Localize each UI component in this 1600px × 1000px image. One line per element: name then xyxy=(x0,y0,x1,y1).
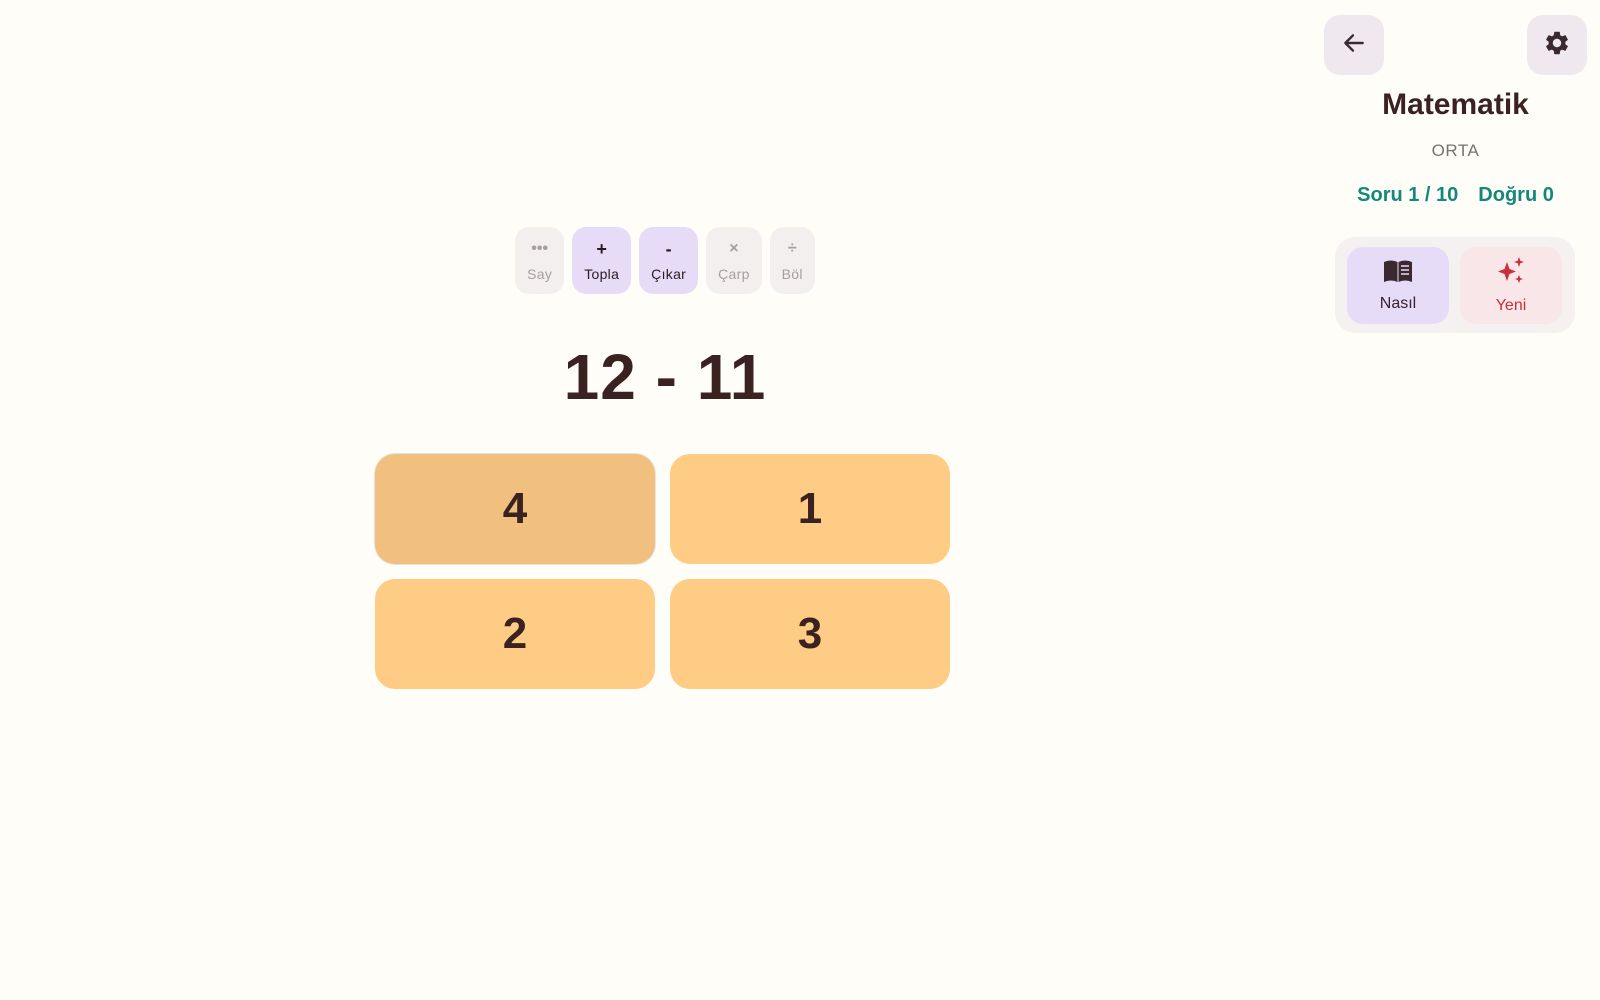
question-progress: Soru 1 / 10 xyxy=(1357,184,1459,206)
gear-icon xyxy=(1543,29,1571,62)
multiply-icon: × xyxy=(729,239,739,257)
correct-count: Doğru 0 xyxy=(1478,184,1554,206)
mode-count-chip[interactable]: ••• Say xyxy=(515,227,565,294)
answer-option[interactable]: 2 xyxy=(375,579,655,689)
answer-option[interactable]: 4 xyxy=(375,454,655,564)
answer-option[interactable]: 1 xyxy=(670,454,950,564)
minus-icon: - xyxy=(665,238,672,259)
mode-count-label: Say xyxy=(527,265,553,282)
mode-add-chip[interactable]: + Topla xyxy=(572,227,632,294)
action-panel: Nasıl Yeni xyxy=(1335,237,1575,333)
arrow-left-icon xyxy=(1341,30,1367,61)
new-question-label: Yeni xyxy=(1495,297,1527,314)
math-game-screen: ••• Say + Topla - Çıkar × Çarp ÷ Böl 12 … xyxy=(0,0,1600,1000)
mode-multiply-label: Çarp xyxy=(718,265,750,282)
how-to-label: Nasıl xyxy=(1379,295,1417,312)
mode-multiply-chip[interactable]: × Çarp xyxy=(706,227,762,294)
operation-mode-bar: ••• Say + Topla - Çıkar × Çarp ÷ Böl xyxy=(0,227,1330,294)
question-text: 12 - 11 xyxy=(563,341,767,413)
divide-icon: ÷ xyxy=(787,239,797,257)
settings-button[interactable] xyxy=(1527,15,1587,75)
dots-icon: ••• xyxy=(531,239,549,257)
mode-divide-label: Böl xyxy=(781,265,803,282)
difficulty-level: ORTA xyxy=(1431,141,1480,160)
mode-subtract-chip[interactable]: - Çıkar xyxy=(639,227,699,294)
book-icon xyxy=(1382,258,1414,289)
back-button[interactable] xyxy=(1324,15,1384,75)
page-title: Matematik xyxy=(1382,88,1529,121)
mode-add-label: Topla xyxy=(584,265,620,282)
plus-icon: + xyxy=(596,238,607,259)
answer-grid: 4 1 2 3 xyxy=(375,454,951,689)
mode-divide-chip[interactable]: ÷ Böl xyxy=(769,227,815,294)
how-to-button[interactable]: Nasıl xyxy=(1347,247,1449,324)
sparkle-icon xyxy=(1495,256,1527,291)
score-stats: Soru 1 / 10 Doğru 0 xyxy=(1324,184,1587,207)
new-question-button[interactable]: Yeni xyxy=(1460,247,1562,324)
mode-subtract-label: Çıkar xyxy=(651,265,687,282)
answer-option[interactable]: 3 xyxy=(670,579,950,689)
